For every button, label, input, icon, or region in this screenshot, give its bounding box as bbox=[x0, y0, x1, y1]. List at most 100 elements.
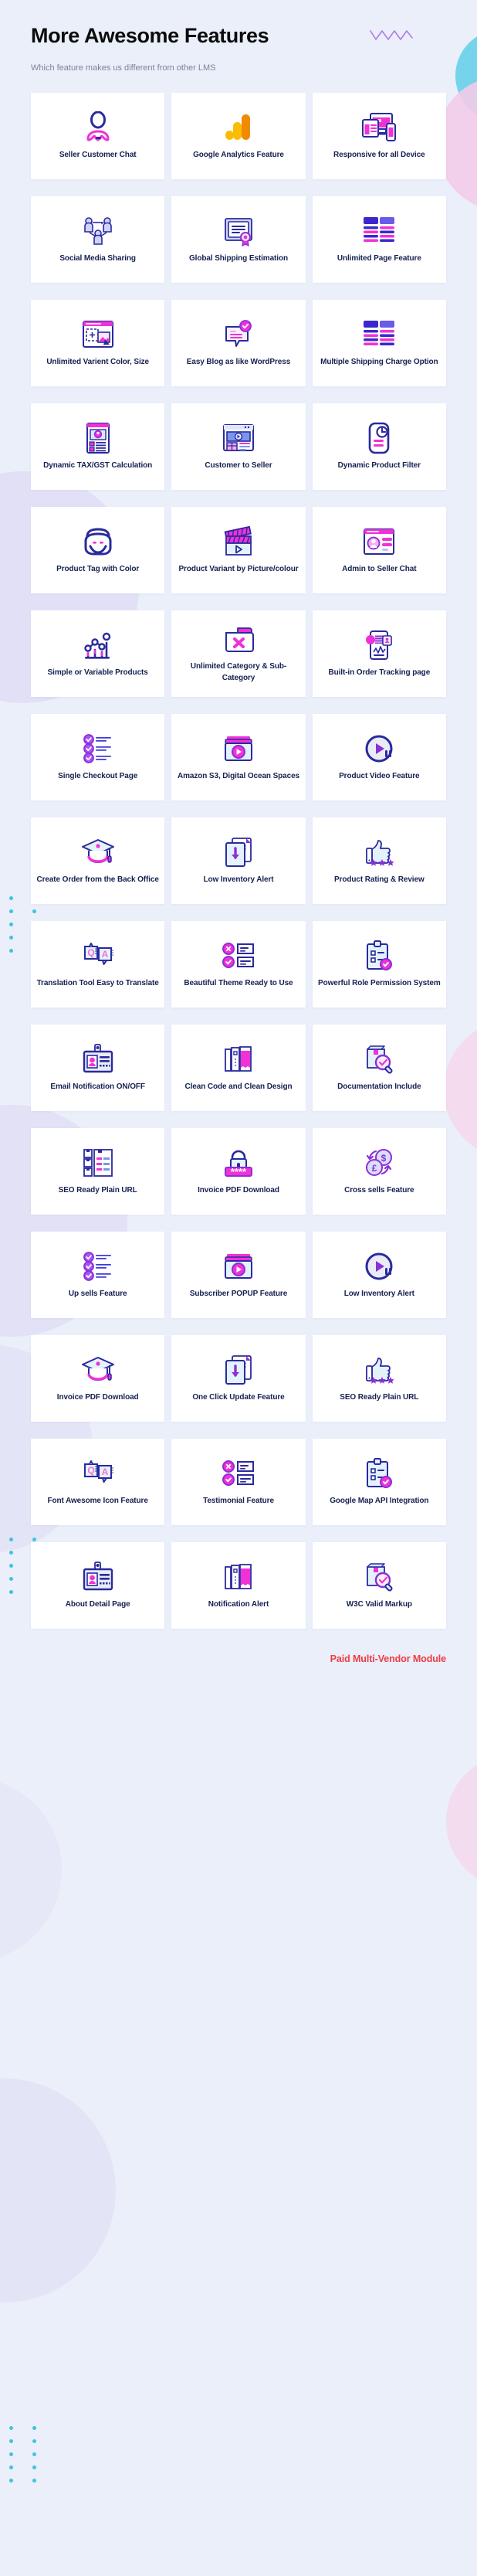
feature-card-label: Google Analytics Feature bbox=[193, 150, 284, 159]
feature-card[interactable]: Customer to Seller bbox=[171, 403, 306, 490]
feature-card[interactable]: Documentation Include bbox=[312, 1024, 446, 1111]
feature-card[interactable]: Seller Customer Chat bbox=[31, 92, 165, 179]
feature-card-label: Product Rating & Review bbox=[334, 875, 425, 884]
feature-card-label: Unlimited Category & Sub-Category bbox=[190, 662, 287, 682]
page-header: More Awesome Features Which feature make… bbox=[0, 0, 477, 73]
feature-card[interactable]: $ £ Cross sells Feature bbox=[312, 1127, 446, 1215]
chart-nodes-icon bbox=[82, 627, 114, 663]
thumbs-up-stars-icon bbox=[362, 834, 396, 870]
svg-text:A: A bbox=[101, 1466, 108, 1477]
feature-card[interactable]: Unlimited Category & Sub-Category bbox=[171, 610, 306, 697]
feature-card-label: Cross sells Feature bbox=[344, 1185, 414, 1195]
svg-text:£: £ bbox=[372, 1163, 377, 1174]
feature-card[interactable]: Product Video Feature bbox=[312, 713, 446, 800]
feature-card[interactable]: Product Rating & Review bbox=[312, 817, 446, 904]
chat-check-icon bbox=[222, 317, 255, 352]
mobile-tracking-icon bbox=[363, 627, 395, 663]
feature-card[interactable]: Simple or Variable Products bbox=[31, 610, 165, 697]
feature-card[interactable]: Multiple Shipping Charge Option bbox=[312, 299, 446, 386]
feature-card-label: Powerful Role Permission System bbox=[318, 978, 441, 987]
seller-customer-chat-icon bbox=[83, 110, 113, 145]
feature-card[interactable]: Social Media Sharing bbox=[31, 195, 165, 283]
feature-card-label: Subscriber POPUP Feature bbox=[189, 1289, 288, 1298]
feature-card-label: Product Tag with Color bbox=[56, 564, 140, 573]
feature-card-label: Social Media Sharing bbox=[59, 253, 136, 263]
feature-card[interactable]: Dynamic TAX/GST Calculation bbox=[31, 403, 165, 490]
feature-card-label: Notification Alert bbox=[208, 1599, 269, 1609]
media-folder-play-icon bbox=[222, 731, 255, 766]
google-analytics-icon bbox=[223, 110, 254, 145]
feature-card[interactable]: Clean Code and Clean Design bbox=[171, 1024, 306, 1111]
feature-card-label: Up sells Feature bbox=[68, 1289, 127, 1298]
feature-card[interactable]: Up sells Feature bbox=[31, 1231, 165, 1318]
lock-password-icon: **** bbox=[222, 1145, 255, 1181]
feature-card[interactable]: Invoice PDF Download bbox=[31, 1334, 165, 1422]
feature-card-label: Admin to Seller Chat bbox=[342, 564, 417, 573]
feature-card[interactable]: Unlimited Varient Color, Size bbox=[31, 299, 165, 386]
id-card-icon bbox=[82, 1042, 114, 1077]
feature-card[interactable]: One Click Update Feature bbox=[171, 1334, 306, 1422]
graduation-cap-icon bbox=[80, 834, 116, 870]
feature-grid: Seller Customer Chat Google Analytics Fe… bbox=[31, 92, 446, 1629]
feature-card[interactable]: Global Shipping Estimation bbox=[171, 195, 306, 283]
feature-card[interactable]: Google Map API Integration bbox=[312, 1438, 446, 1525]
feature-card-label: Amazon S3, Digital Ocean Spaces bbox=[177, 771, 300, 780]
feature-card[interactable]: Single Checkout Page bbox=[31, 713, 165, 800]
feature-card-label: Documentation Include bbox=[337, 1082, 421, 1091]
document-clock-icon bbox=[367, 420, 391, 456]
feature-card[interactable]: SEO Ready Plain URL bbox=[312, 1334, 446, 1422]
feature-card[interactable]: Easy Blog as like WordPress bbox=[171, 299, 306, 386]
feature-card[interactable]: Create Order from the Back Office bbox=[31, 817, 165, 904]
feature-card[interactable]: Admin to Seller Chat bbox=[312, 506, 446, 593]
feature-card[interactable]: Testimonial Feature bbox=[171, 1438, 306, 1525]
feature-card[interactable]: Subscriber POPUP Feature bbox=[171, 1231, 306, 1318]
graduation-cap-icon bbox=[80, 1352, 116, 1388]
paid-module-note: Paid Multi-Vendor Module bbox=[330, 1653, 446, 1664]
feature-card-label: Create Order from the Back Office bbox=[36, 875, 159, 884]
feature-card-label: Product Video Feature bbox=[339, 771, 420, 780]
feature-card-label: Invoice PDF Download bbox=[198, 1185, 279, 1195]
feature-card[interactable]: W3C Valid Markup bbox=[312, 1541, 446, 1629]
play-pause-icon bbox=[363, 1249, 395, 1284]
feature-card[interactable]: Dynamic Product Filter bbox=[312, 403, 446, 490]
feature-card[interactable]: Low Inventory Alert bbox=[171, 817, 306, 904]
feature-card[interactable]: Beautiful Theme Ready to Use bbox=[171, 920, 306, 1008]
feature-card-label: Built-in Order Tracking page bbox=[328, 668, 431, 677]
page-subtitle: Which feature makes us different from ot… bbox=[31, 63, 216, 73]
feature-card[interactable]: Email Notification ON/OFF bbox=[31, 1024, 165, 1111]
feature-card[interactable]: Q A Translation Tool Easy to Translate bbox=[31, 920, 165, 1008]
feature-card[interactable]: Built-in Order Tracking page bbox=[312, 610, 446, 697]
files-stack-icon bbox=[222, 1042, 255, 1077]
feature-card[interactable]: Notification Alert bbox=[171, 1541, 306, 1629]
table-rows-icon bbox=[362, 213, 396, 249]
boxes-list-icon bbox=[82, 1145, 114, 1181]
feature-card[interactable]: Q A Font Awesome Icon Feature bbox=[31, 1438, 165, 1525]
feature-card[interactable]: Amazon S3, Digital Ocean Spaces bbox=[171, 713, 306, 800]
feature-card-label: Clean Code and Clean Design bbox=[184, 1082, 293, 1091]
clipboard-check-icon bbox=[364, 938, 394, 974]
decorative-circle-lilac bbox=[0, 1777, 62, 1963]
svg-text:$: $ bbox=[381, 1153, 387, 1164]
feature-card-label: Dynamic Product Filter bbox=[337, 460, 421, 470]
feature-card-label: Low Inventory Alert bbox=[203, 875, 274, 884]
feature-card[interactable]: Unlimited Page Feature bbox=[312, 195, 446, 283]
feature-card-label: Multiple Shipping Charge Option bbox=[320, 357, 438, 366]
feature-card[interactable]: Responsive for all Device bbox=[312, 92, 446, 179]
feature-card[interactable]: Low Inventory Alert bbox=[312, 1231, 446, 1318]
feature-card[interactable]: About Detail Page bbox=[31, 1541, 165, 1629]
checklist-icon bbox=[82, 731, 114, 766]
svg-text:A: A bbox=[101, 949, 108, 960]
decorative-circle-lilac bbox=[0, 2078, 116, 2302]
feature-card-label: Single Checkout Page bbox=[58, 771, 138, 780]
feature-card[interactable]: Powerful Role Permission System bbox=[312, 920, 446, 1008]
page-title: More Awesome Features bbox=[31, 24, 269, 47]
page-footer: Paid Multi-Vendor Module bbox=[31, 1652, 446, 1666]
feature-card[interactable]: SEO Ready Plain URL bbox=[31, 1127, 165, 1215]
social-share-icon bbox=[82, 213, 114, 249]
feature-card[interactable]: Google Analytics Feature bbox=[171, 92, 306, 179]
feature-card[interactable]: **** Invoice PDF Download bbox=[171, 1127, 306, 1215]
feature-card-label: Global Shipping Estimation bbox=[189, 253, 288, 263]
feature-card[interactable]: Product Tag with Color bbox=[31, 506, 165, 593]
feature-card[interactable]: Product Variant by Picture/colour bbox=[171, 506, 306, 593]
feature-card-label: Dynamic TAX/GST Calculation bbox=[43, 460, 153, 470]
